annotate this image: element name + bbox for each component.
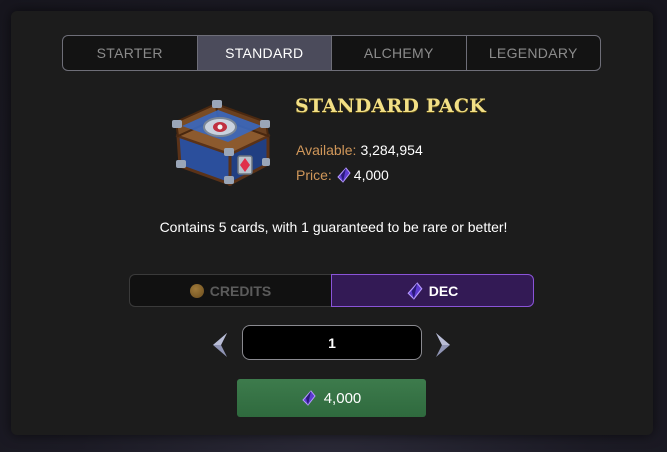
quantity-input[interactable]	[242, 325, 422, 360]
price-value: 4,000	[353, 167, 389, 183]
tab-starter[interactable]: STARTER	[63, 36, 198, 70]
chest-icon	[172, 100, 271, 186]
pack-description: Contains 5 cards, with 1 guaranteed to b…	[159, 219, 508, 235]
dec-button[interactable]: DEC	[331, 274, 534, 307]
decrease-quantity-arrow-icon[interactable]	[209, 332, 229, 358]
credits-label: CREDITS	[209, 282, 272, 299]
pack-title: STANDARD PACK	[295, 95, 486, 117]
credits-button[interactable]: CREDITS	[129, 274, 331, 307]
available-line: Available: 3,284,954	[296, 142, 423, 158]
available-value: 3,284,954	[360, 142, 423, 158]
price-line: Price: 4,000	[296, 167, 389, 183]
tab-legendary[interactable]: LEGENDARY	[467, 36, 601, 70]
pack-tabs: STARTER STANDARD ALCHEMY LEGENDARY	[62, 35, 601, 71]
increase-quantity-arrow-icon[interactable]	[434, 332, 454, 358]
credits-coin-icon	[189, 283, 204, 298]
buy-button[interactable]: 4,000	[237, 379, 426, 417]
tab-standard[interactable]: STANDARD	[197, 36, 332, 70]
dec-label: DEC	[428, 282, 459, 299]
price-label: Price:	[296, 167, 332, 183]
dec-gem-icon	[407, 281, 423, 300]
available-label: Available:	[296, 142, 357, 158]
dec-gem-icon	[302, 390, 316, 406]
tab-alchemy[interactable]: ALCHEMY	[332, 36, 467, 70]
buy-button-label: 4,000	[323, 389, 362, 407]
dec-gem-icon	[337, 167, 351, 183]
currency-toggle: CREDITS DEC	[129, 274, 534, 307]
